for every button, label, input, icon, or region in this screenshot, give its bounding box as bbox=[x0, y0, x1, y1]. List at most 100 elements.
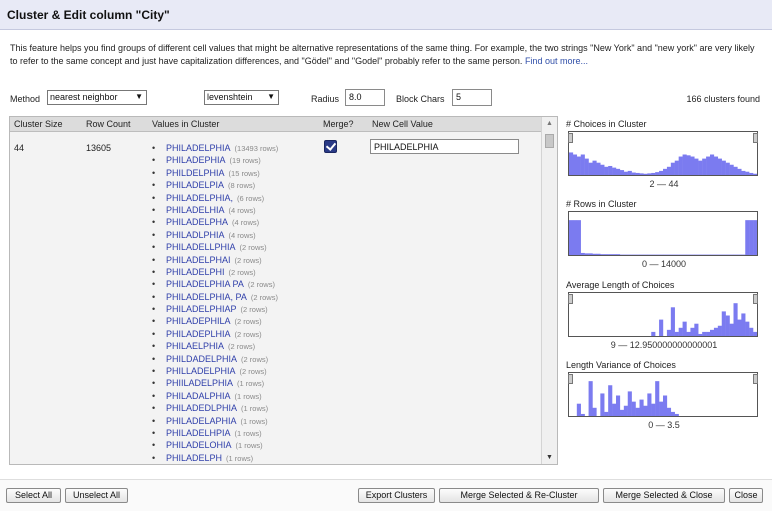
histogram-bar bbox=[659, 319, 664, 336]
cluster-value-row-count: (2 rows) bbox=[239, 367, 267, 377]
histogram-svg bbox=[569, 220, 757, 255]
histogram-bar bbox=[713, 156, 719, 175]
find-out-more-link[interactable]: Find out more... bbox=[525, 56, 588, 66]
block-chars-input[interactable]: 5 bbox=[452, 89, 492, 106]
cluster-value-row-count: (2 rows) bbox=[234, 255, 262, 265]
unselect-all-button[interactable]: Unselect All bbox=[65, 488, 128, 503]
cluster-value: PHILADELPIA bbox=[166, 180, 225, 191]
cluster-value: PHILADELOHIA bbox=[166, 440, 232, 451]
histogram-bar bbox=[753, 220, 757, 255]
facet-title: # Choices in Cluster bbox=[566, 119, 647, 129]
merge-checkbox[interactable] bbox=[324, 140, 337, 153]
scroll-down-icon[interactable]: ▼ bbox=[546, 454, 553, 461]
cluster-value-row-count: (1 rows) bbox=[237, 379, 265, 389]
row-count-value: 13605 bbox=[86, 143, 112, 153]
select-all-button[interactable]: Select All bbox=[6, 488, 61, 503]
method-select[interactable]: nearest neighbor ▼ bbox=[47, 90, 147, 105]
cluster-value-row-count: (2 rows) bbox=[228, 342, 256, 352]
cluster-value: PHILLADELPHIA bbox=[166, 366, 236, 377]
facet-choices-in-cluster: # Choices in Cluster 2 — 44 bbox=[566, 119, 762, 189]
histogram-bar bbox=[569, 152, 574, 175]
header-values-in-cluster: Values in Cluster bbox=[152, 119, 220, 129]
range-handle-left[interactable] bbox=[568, 374, 573, 384]
cluster-value-row-count: (6 rows) bbox=[237, 193, 265, 203]
list-item: PHILADELAPHIA(1 rows) bbox=[150, 415, 330, 427]
cluster-value-row-count: (2 rows) bbox=[228, 267, 256, 277]
range-handle-left[interactable] bbox=[568, 133, 573, 143]
close-button[interactable]: Close bbox=[729, 488, 763, 503]
cluster-value-row-count: (8 rows) bbox=[228, 181, 256, 191]
histogram-bar bbox=[729, 323, 734, 336]
cluster-value-row-count: (1 rows) bbox=[234, 391, 262, 401]
merge-close-button[interactable]: Merge Selected & Close bbox=[603, 488, 725, 503]
histogram-bar bbox=[721, 311, 726, 336]
histogram-svg bbox=[576, 381, 679, 416]
histogram-bar bbox=[569, 220, 574, 255]
cluster-value: PHILADEPHILA bbox=[166, 316, 231, 327]
radius-input[interactable]: 8.0 bbox=[345, 89, 385, 106]
dialog-title: Cluster & Edit column "City" bbox=[7, 8, 170, 22]
cluster-value: PHILADELPHIA bbox=[166, 143, 231, 153]
histogram-bar bbox=[643, 405, 648, 416]
histogram-bar bbox=[745, 321, 750, 336]
histogram-bar bbox=[686, 331, 691, 336]
cluster-value: PHILADELPH bbox=[166, 452, 223, 463]
cluster-value-row-count: (4 rows) bbox=[232, 218, 260, 228]
histogram-svg bbox=[651, 303, 757, 336]
table-scrollbar[interactable]: ▲ ▼ bbox=[541, 117, 557, 464]
histogram-bar bbox=[717, 158, 722, 175]
histogram-bar bbox=[612, 403, 617, 416]
cluster-value-row-count: (2 rows) bbox=[250, 292, 278, 302]
list-item: PHILADLPHIA(4 rows) bbox=[150, 229, 330, 241]
range-handle-right[interactable] bbox=[753, 133, 758, 143]
histogram-bar bbox=[678, 327, 683, 336]
histogram-bar bbox=[745, 171, 750, 175]
scrollbar-thumb[interactable] bbox=[545, 134, 554, 148]
new-cell-value-input[interactable]: PHILADELPHIA bbox=[370, 139, 519, 154]
facet-title: # Rows in Cluster bbox=[566, 199, 637, 209]
histogram-bar bbox=[647, 393, 652, 416]
radius-label: Radius bbox=[311, 94, 340, 104]
histogram-bar bbox=[690, 156, 695, 175]
facet-histogram[interactable] bbox=[568, 131, 758, 176]
histogram-bar bbox=[674, 331, 679, 336]
histogram-bar bbox=[666, 407, 672, 416]
merge-recluster-button[interactable]: Merge Selected & Re-Cluster bbox=[439, 488, 599, 503]
cluster-value: PHILADELPHAI bbox=[166, 254, 231, 265]
list-item: PHILADELPHIA PA(2 rows) bbox=[150, 278, 330, 290]
histogram-bar bbox=[616, 254, 621, 255]
list-item: PHILADELHPIA(1 rows) bbox=[150, 427, 330, 439]
histogram-bar bbox=[584, 158, 589, 175]
histogram-bar bbox=[631, 401, 636, 416]
facet-range: 0 — 3.5 bbox=[648, 420, 680, 430]
histogram-bar bbox=[588, 253, 593, 255]
cluster-value-row-count: (19 rows) bbox=[229, 156, 261, 166]
facet-histogram[interactable] bbox=[568, 211, 758, 256]
histogram-bar bbox=[580, 252, 585, 255]
table-row: 44 13605 PHILADELPHIA(13493 rows)PHILADE… bbox=[10, 133, 542, 464]
histogram-bar bbox=[706, 331, 711, 336]
cluster-value-row-count: (1 rows) bbox=[234, 428, 262, 438]
scroll-up-icon[interactable]: ▲ bbox=[546, 120, 553, 127]
cluster-value: PHILADEPLHIA bbox=[166, 328, 231, 339]
function-select[interactable]: levenshtein ▼ bbox=[204, 90, 279, 105]
histogram-bar bbox=[674, 413, 679, 416]
histogram-bar bbox=[651, 403, 656, 416]
histogram-bar bbox=[678, 156, 683, 175]
histogram-bar bbox=[596, 253, 601, 255]
facet-histogram[interactable] bbox=[568, 372, 758, 417]
range-handle-left[interactable] bbox=[568, 294, 573, 304]
histogram-bar bbox=[655, 172, 660, 175]
histogram-bar bbox=[584, 253, 589, 255]
function-select-value: levenshtein bbox=[207, 92, 253, 102]
histogram-bar bbox=[729, 164, 734, 175]
range-handle-right[interactable] bbox=[753, 374, 758, 384]
cluster-value: PHILDADELPHIA bbox=[166, 353, 238, 364]
cluster-value: PHILADELPHIA PA bbox=[166, 279, 244, 290]
range-handle-right[interactable] bbox=[753, 294, 758, 304]
list-item: PHILADELPHA(4 rows) bbox=[150, 216, 330, 228]
export-clusters-button[interactable]: Export Clusters bbox=[358, 488, 435, 503]
histogram-bar bbox=[741, 170, 746, 175]
histogram-bar bbox=[690, 327, 695, 336]
facet-histogram[interactable] bbox=[568, 292, 758, 337]
